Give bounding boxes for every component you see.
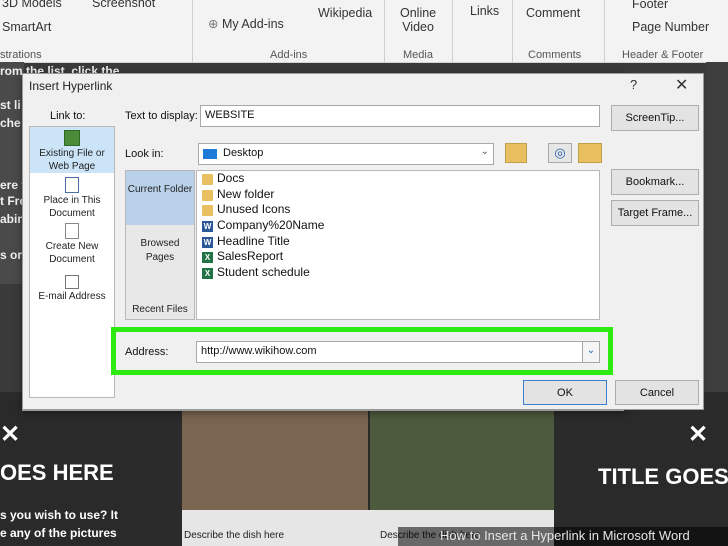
excel-file-icon: X <box>202 268 213 279</box>
left-text: s you wish to use? It <box>0 508 119 522</box>
file-name: Student schedule <box>217 265 310 279</box>
3d-models-button[interactable]: 3D Models <box>2 0 62 10</box>
folder-icon <box>202 205 213 216</box>
footer-button[interactable]: Footer <box>632 0 668 11</box>
look-in-label: Look in: <box>125 148 164 160</box>
watermark-text: How to Insert a Hyperlink in Microsoft W… <box>440 528 690 543</box>
my-addins-button[interactable]: ⊕ My Add-ins <box>208 16 284 31</box>
nav-recent-files[interactable]: Recent Files <box>126 303 194 319</box>
ribbon-divider <box>192 0 193 62</box>
ribbon: 3D Models Screenshot SmartArt ⊕ My Add-i… <box>0 0 728 63</box>
target-frame-button[interactable]: Target Frame... <box>611 200 699 226</box>
link-to-label: Link to: <box>50 110 86 122</box>
food-photo <box>182 400 368 510</box>
doc-line: s or <box>0 248 23 262</box>
folder-icon <box>202 174 213 185</box>
links-button[interactable]: Links <box>470 4 499 18</box>
group-comments: Comments <box>528 49 582 61</box>
link-place-in-document[interactable]: Place in This Document <box>30 175 114 219</box>
close-icon[interactable]: ✕ <box>675 75 688 95</box>
file-list: Docs New folder Unused Icons W Company%20… <box>196 170 600 320</box>
my-addins-label: My Add-ins <box>221 17 284 31</box>
text-to-display-label: Text to display: <box>125 110 198 122</box>
dialog-title: Insert Hyperlink <box>29 79 113 93</box>
ribbon-divider <box>604 0 605 62</box>
document-right-edge <box>706 62 728 392</box>
document-right-panel: ✕ TITLE GOES <box>578 400 728 546</box>
desktop-icon <box>203 149 217 159</box>
link-create-label: Create New Document <box>45 241 99 265</box>
ribbon-divider <box>452 0 453 62</box>
up-folder-icon[interactable] <box>505 143 527 163</box>
document-left-panel: ✕ OES HERE s you wish to use? It e any o… <box>0 400 132 546</box>
online-video-button[interactable]: Online Video <box>400 6 436 34</box>
link-email-label: E-mail Address <box>38 291 106 302</box>
link-existing-file-label: Existing File or Web Page <box>39 148 105 172</box>
cancel-button[interactable]: Cancel <box>615 380 699 405</box>
doc-line: che <box>0 116 21 130</box>
look-in-value: Desktop <box>223 147 264 159</box>
doc-line: abin <box>0 212 25 226</box>
excel-file-icon: X <box>202 252 213 263</box>
left-title: OES HERE <box>0 460 114 485</box>
group-header-footer: Header & Footer <box>622 49 704 61</box>
comment-button[interactable]: Comment <box>526 6 580 20</box>
word-file-icon: W <box>202 221 213 232</box>
link-create-new-document[interactable]: Create New Document <box>30 221 114 265</box>
nav-browsed-pages[interactable]: Browsed Pages <box>126 237 194 271</box>
help-icon[interactable]: ? <box>630 77 637 92</box>
text-to-display-input[interactable]: WEBSITE <box>200 105 600 127</box>
ribbon-divider <box>512 0 513 62</box>
link-existing-file[interactable]: Existing File or Web Page <box>30 127 114 173</box>
dish-caption: Describe the dish here <box>184 530 285 541</box>
ok-button[interactable]: OK <box>523 380 607 405</box>
browse-file-icon[interactable] <box>578 143 602 163</box>
globe-file-icon <box>64 130 80 146</box>
smartart-button[interactable]: SmartArt <box>2 20 51 34</box>
file-name: Company%20Name <box>217 218 325 232</box>
new-document-icon <box>65 223 79 239</box>
page-number-button[interactable]: Page Number <box>632 20 709 34</box>
browse-web-icon[interactable]: ◎ <box>548 143 572 163</box>
browse-nav: Current Folder Browsed Pages Recent File… <box>125 170 195 320</box>
screenshot-button[interactable]: Screenshot <box>92 0 155 10</box>
link-email-address[interactable]: E-mail Address <box>30 273 114 305</box>
dialog-titlebar: Insert Hyperlink ? ✕ <box>22 73 704 97</box>
group-addins: Add-ins <box>270 49 308 61</box>
look-in-select[interactable]: Desktop ⌄ <box>198 143 494 165</box>
fork-knife-icon: ✕ <box>0 421 21 448</box>
bookmark-button[interactable]: Bookmark... <box>611 169 699 195</box>
document-place-icon <box>65 177 79 193</box>
right-title: TITLE GOES <box>598 464 728 489</box>
document-left-text: rom the list, click the st li che ere f … <box>0 62 119 284</box>
addins-icon: ⊕ <box>208 17 222 31</box>
file-name: Headline Title <box>217 234 290 248</box>
file-name: SalesReport <box>217 249 284 263</box>
file-name: New folder <box>217 187 275 201</box>
food-photo <box>370 400 554 510</box>
fork-knife-icon: ✕ <box>688 421 709 448</box>
folder-icon <box>202 190 213 201</box>
nav-current-folder[interactable]: Current Folder <box>126 171 194 225</box>
address-highlight <box>111 327 613 375</box>
link-place-label: Place in This Document <box>43 195 101 219</box>
word-file-icon: W <box>202 237 213 248</box>
file-name: Docs <box>217 171 245 185</box>
wikipedia-button[interactable]: Wikipedia <box>318 6 372 20</box>
left-text: e any of the pictures <box>0 526 117 540</box>
file-name: Unused Icons <box>217 202 291 216</box>
chevron-down-icon: ⌄ <box>480 146 489 157</box>
doc-line: st li <box>0 98 21 112</box>
group-media: Media <box>403 49 433 61</box>
ribbon-divider <box>384 0 385 62</box>
link-to-bar: Existing File or Web Page Place in This … <box>29 126 115 398</box>
screentip-button[interactable]: ScreenTip... <box>611 105 699 131</box>
email-icon <box>65 275 79 289</box>
group-illustrations: strations <box>0 49 42 61</box>
